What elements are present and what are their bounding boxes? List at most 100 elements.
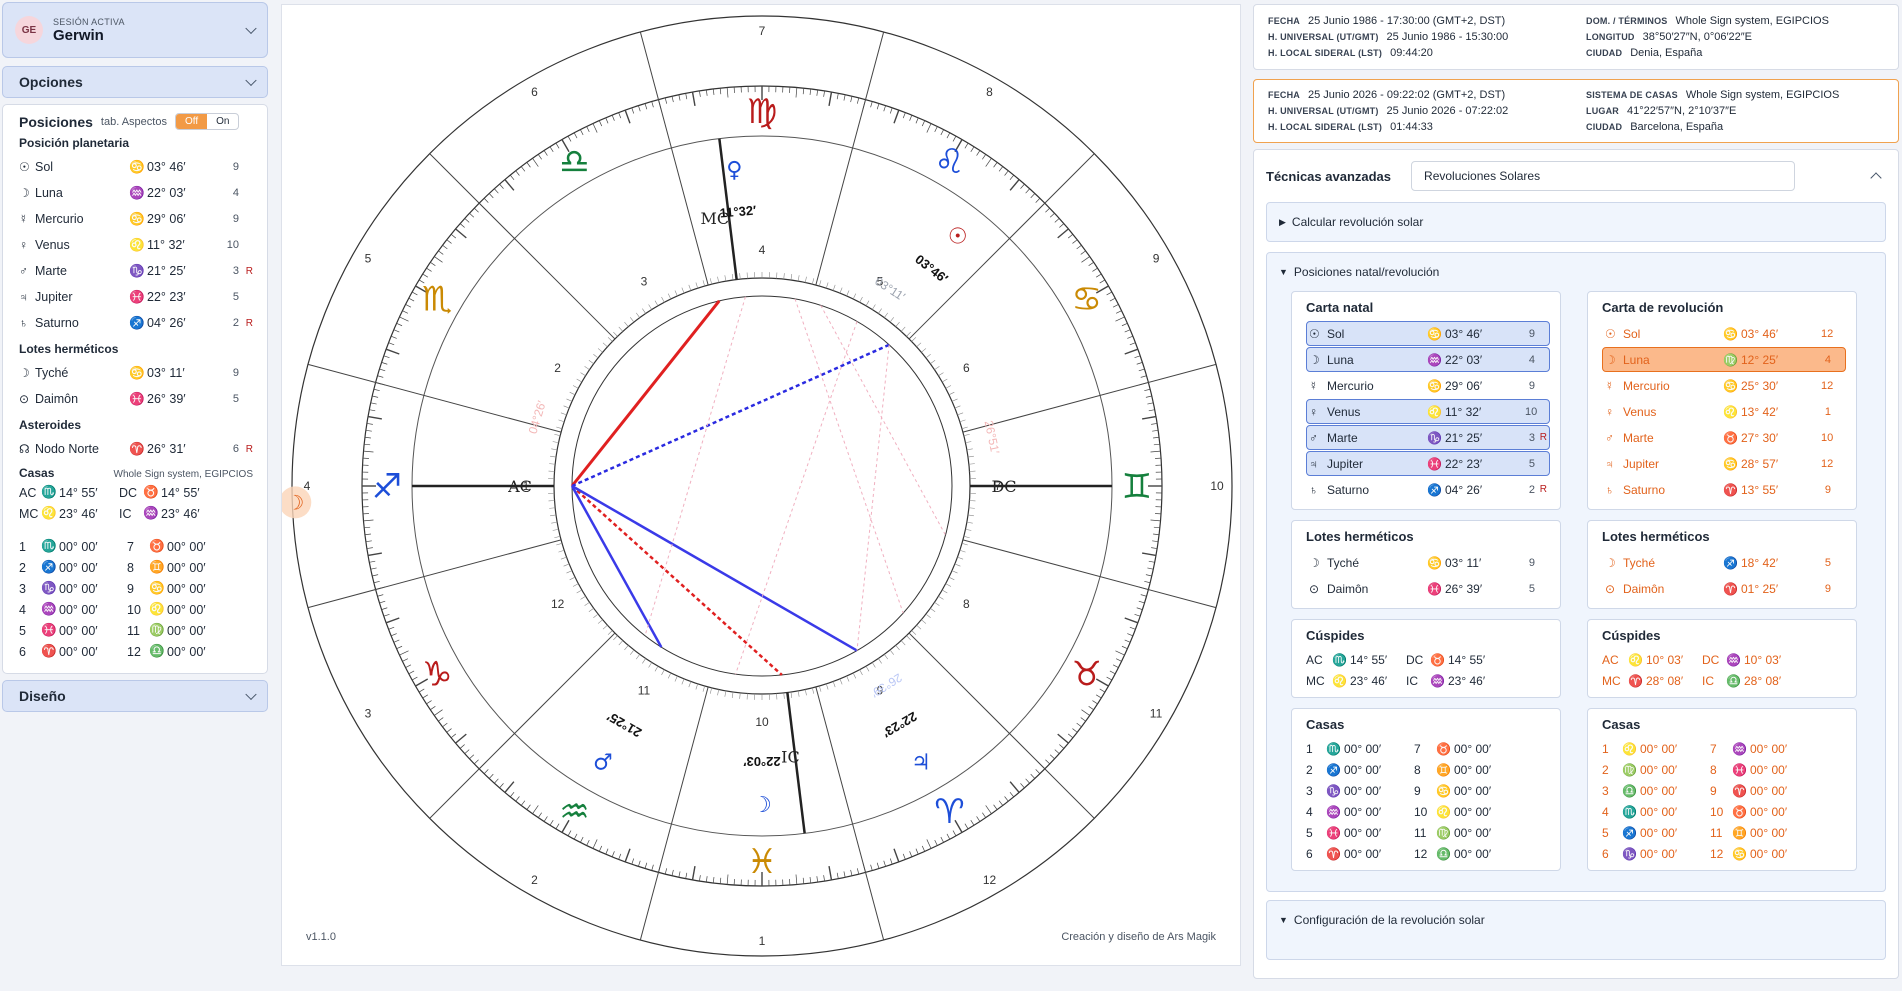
planet-row[interactable]: ♀ Venus ♌ 13° 42′ 1 (1602, 399, 1846, 424)
inner-tick (688, 681, 692, 688)
house-label-b: 7 (1710, 741, 1717, 756)
planet-row[interactable]: ☽ Luna ♒ 22° 03′ 4 (1306, 347, 1550, 372)
house-degree-a: 00° 00′ (59, 539, 98, 554)
planet-row[interactable]: ♃ Jupiter ♓ 22° 23′ 5 (1306, 451, 1550, 476)
sign-glyph-icon: ♌ (129, 237, 145, 252)
planet-row[interactable]: ☽ Luna ♍ 12° 25′ 4 (1602, 347, 1846, 372)
degree-tick (1112, 664, 1119, 668)
degree-tick (605, 848, 609, 855)
degree-tick (1151, 423, 1158, 425)
retrograde-flag: R (245, 317, 253, 329)
inner-tick (563, 563, 570, 567)
planet-row[interactable]: ⊙ Daimôn ♓ 26° 39′ 5 (19, 386, 253, 412)
planet-row[interactable]: ⊙ Daimôn ♈ 01° 25′ 9 (1602, 576, 1846, 601)
planet-row[interactable]: ♀ Venus ♌ 11° 32′ 10 (19, 232, 253, 258)
mars-icon[interactable]: ♂ (593, 750, 613, 775)
planet-row[interactable]: ♄ Saturno ♐ 04° 26′ 2 R (1306, 477, 1550, 502)
planet-row[interactable]: ♂ Marte ♑ 21° 25′ 3 R (19, 258, 253, 284)
house-number-inner: 4 (759, 243, 766, 257)
planet-row[interactable]: ⊙ Daimôn ♓ 26° 39′ 5 (1306, 576, 1550, 601)
planet-row[interactable]: ♄ Saturno ♈ 13° 55′ 9 (1602, 477, 1846, 502)
aspect-line (570, 485, 663, 648)
inner-tick (948, 391, 955, 396)
degree-tick (499, 783, 504, 789)
opciones-accordion[interactable]: Opciones (2, 66, 268, 98)
planet-name: Jupiter (1623, 456, 1660, 471)
moon-marker-icon[interactable]: ☽ (286, 492, 304, 514)
inner-tick (878, 658, 882, 664)
degree-tick (364, 526, 371, 529)
sun-icon[interactable]: ☉ (948, 224, 968, 249)
planet-row[interactable]: ♂ Marte ♑ 21° 25′ 3 R (1306, 425, 1550, 450)
planet-house: 4 (232, 187, 239, 199)
inner-tick (642, 658, 646, 664)
planet-row[interactable]: ☊ Nodo Norte ♈ 26° 31′ 6 R (19, 436, 253, 462)
sign-glyph-icon: ♏ (1622, 804, 1637, 819)
positions-summary[interactable]: ▼ Posiciones natal/revolución (1279, 253, 1873, 291)
inner-tick (554, 536, 561, 539)
zodiac-sign-icon: ♍ (747, 92, 777, 132)
degree-tick (823, 90, 825, 97)
planet-row[interactable]: ♂ Marte ♉ 27° 30′ 10 (1602, 425, 1846, 450)
degree-tick (598, 845, 603, 852)
jupiter-icon[interactable]: ♃ (911, 750, 931, 775)
degree-tick (870, 101, 873, 108)
planet-row[interactable]: ☉ Sol ♋ 03° 46′ 9 (1306, 321, 1550, 346)
degree-tick (1152, 540, 1159, 543)
inner-tick (934, 602, 940, 606)
moon-icon[interactable]: ☽ (752, 793, 772, 818)
house-label-a: 6 (1602, 846, 1609, 861)
chevron-up-icon[interactable] (1870, 172, 1882, 184)
planet-glyph-icon: ☉ (19, 160, 30, 174)
calc-revolution-section[interactable]: ▶ Calcular revolución solar (1266, 202, 1886, 242)
planet-row[interactable]: ♃ Jupiter ♓ 22° 23′ 5 (19, 284, 253, 310)
houses-header: Casas (19, 466, 55, 480)
planet-degree: 22° 23′ (147, 290, 186, 304)
planet-row[interactable]: ☿ Mercurio ♋ 25° 30′ 12 (1602, 373, 1846, 398)
planet-row[interactable]: ☉ Sol ♋ 03° 46′ 9 (19, 154, 253, 180)
config-section[interactable]: ▼ Configuración de la revolución solar (1266, 900, 1886, 960)
credit-label: Creación y diseño de Ars Magik (1061, 931, 1216, 943)
toggle-off[interactable]: Off (175, 114, 208, 129)
planet-row[interactable]: ☿ Mercurio ♋ 29° 06′ 9 (1306, 373, 1550, 398)
zodiac-sign-icon: ♉ (1072, 655, 1102, 695)
aspects-toggle[interactable]: Off On (174, 113, 240, 130)
technique-select[interactable]: Revoluciones Solares (1411, 161, 1796, 191)
degree-tick (671, 869, 674, 876)
degree-tick (644, 103, 648, 110)
inner-tick (957, 556, 964, 560)
degree-tick (532, 805, 539, 814)
planet-row[interactable]: ♃ Jupiter ♋ 28° 57′ 12 (1602, 451, 1846, 476)
house-label-a: AC (1602, 652, 1619, 667)
planet-row[interactable]: ☉ Sol ♋ 03° 46′ 12 (1602, 321, 1846, 346)
planet-row[interactable]: ☽ Tyché ♐ 18° 42′ 5 (1602, 550, 1846, 575)
planet-row[interactable]: ☿ Mercurio ♋ 29° 06′ 9 (19, 206, 253, 232)
planet-row[interactable]: ♀ Venus ♌ 11° 32′ 10 (1306, 399, 1550, 424)
degree-tick (618, 112, 622, 119)
house-degree-b: 00° 00′ (1750, 804, 1788, 819)
inner-tick (593, 613, 599, 618)
house-number-inner: 8 (963, 597, 970, 611)
aspect-line (571, 484, 858, 652)
degree-tick (671, 96, 674, 103)
venus-icon[interactable]: ♀ (726, 158, 742, 183)
house-label-a: AC (1306, 652, 1323, 667)
session-selector[interactable]: GE SESIÓN ACTIVA Gerwin (2, 2, 268, 58)
degree-tick (678, 871, 681, 878)
sign-glyph-icon: ♌ (41, 506, 57, 520)
house-degree-b: 00° 00′ (1750, 783, 1788, 798)
inner-tick (846, 290, 850, 297)
degree-tick (1153, 443, 1160, 446)
planet-row[interactable]: ♄ Saturno ♐ 04° 26′ 2 R (19, 310, 253, 336)
degree-tick (940, 129, 944, 136)
planet-row[interactable]: ☽ Luna ♒ 22° 03′ 4 (19, 180, 253, 206)
planet-name: Daimôn (1327, 581, 1369, 596)
house-label-a: MC (1602, 673, 1621, 688)
diseno-accordion[interactable]: Diseño (2, 680, 268, 712)
planet-row[interactable]: ☽ Tyché ♋ 03° 11′ 9 (1306, 550, 1550, 575)
toggle-on[interactable]: On (207, 114, 238, 129)
planet-row[interactable]: ☽ Tyché ♋ 03° 11′ 9 (19, 360, 253, 386)
house-degree-a: 10° 03′ (1646, 652, 1684, 667)
astro-wheel[interactable]: ♐41♏52♎63♍74♌85♋96♊107♉118♈129♓110♒211♑3… (282, 5, 1242, 967)
planet-house: 5 (1824, 556, 1831, 569)
